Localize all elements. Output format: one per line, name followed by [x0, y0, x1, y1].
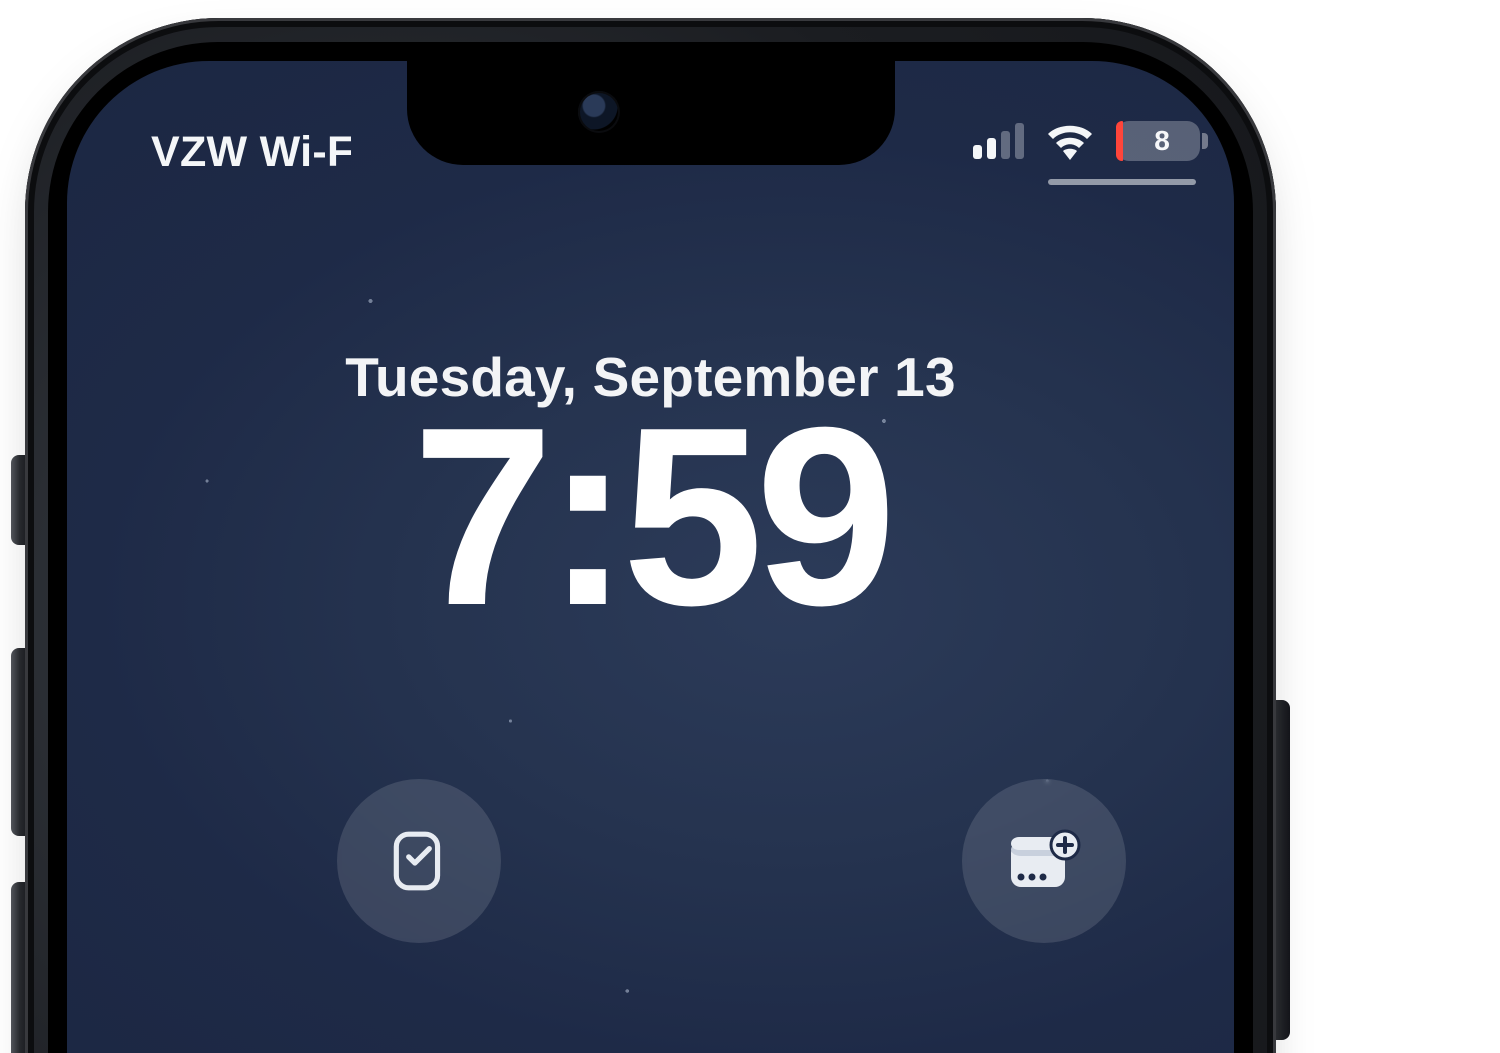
- battery-percent-label: 8: [1116, 121, 1200, 161]
- wifi-icon: [1045, 122, 1095, 160]
- status-underline-icon: [1048, 179, 1196, 185]
- lock-screen-widget-row: [67, 779, 1234, 959]
- cellular-signal-icon: [973, 123, 1024, 159]
- status-right-cluster[interactable]: 8: [973, 121, 1200, 185]
- checklist-icon: [386, 828, 452, 894]
- wallet-add-icon: [1005, 829, 1083, 893]
- lock-screen[interactable]: VZW Wi-F: [67, 61, 1234, 1053]
- status-icons: 8: [973, 121, 1200, 161]
- phone-mockup: VZW Wi-F: [0, 0, 1500, 1053]
- battery-indicator: 8: [1116, 121, 1200, 161]
- lock-screen-time[interactable]: 7:59: [67, 389, 1234, 643]
- status-bar: VZW Wi-F: [67, 107, 1234, 177]
- carrier-label: VZW Wi-F: [151, 128, 351, 177]
- wallet-add-widget[interactable]: [962, 779, 1126, 943]
- reminders-widget[interactable]: [337, 779, 501, 943]
